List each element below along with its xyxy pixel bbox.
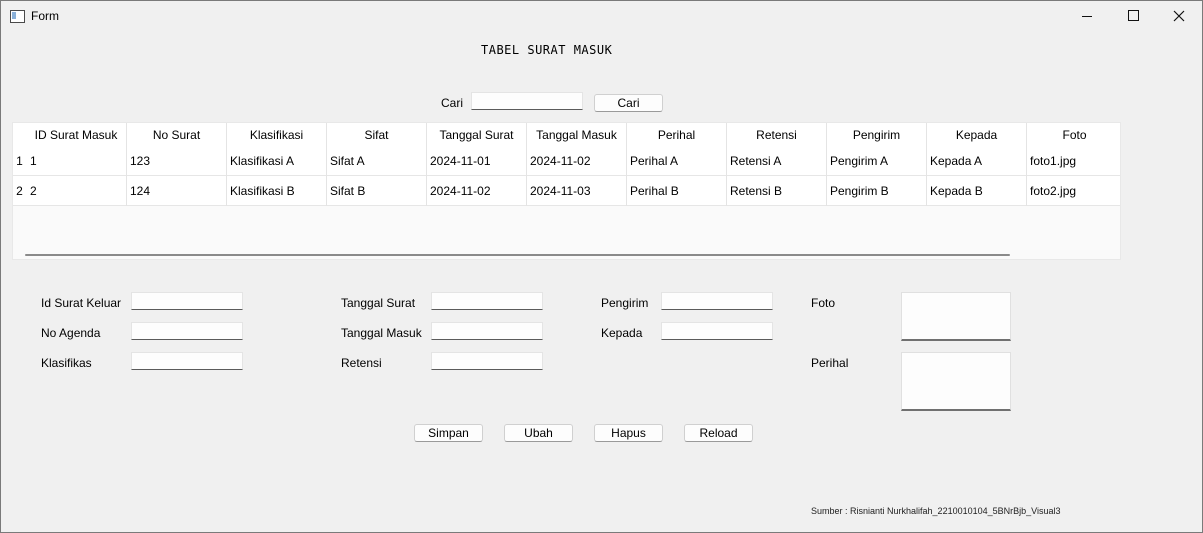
search-button[interactable]: Cari <box>594 94 663 112</box>
form-window: Form <box>0 0 1203 533</box>
table-cell[interactable]: Retensi B <box>727 176 827 206</box>
no-agenda-label: No Agenda <box>41 326 101 340</box>
table-cell[interactable]: 2024-11-03 <box>527 176 627 206</box>
search-input[interactable] <box>471 92 583 110</box>
kepada-label: Kepada <box>601 326 643 340</box>
kepada-field[interactable] <box>661 322 773 340</box>
search-label: Cari <box>441 96 464 110</box>
close-icon <box>1173 10 1185 22</box>
title-bar[interactable]: Form <box>1 1 1202 31</box>
table-cell[interactable]: 123 <box>127 146 227 176</box>
table-cell[interactable]: 2024-11-02 <box>527 146 627 176</box>
foto-label: Foto <box>811 296 836 310</box>
hapus-button[interactable]: Hapus <box>594 424 663 442</box>
horizontal-scrollbar[interactable] <box>25 254 1010 256</box>
table-cell[interactable]: Perihal B <box>627 176 727 206</box>
foto-textarea[interactable] <box>901 292 1011 341</box>
tanggal-masuk-field[interactable] <box>431 322 543 340</box>
tanggal-surat-field[interactable] <box>431 292 543 310</box>
column-header-tanggal-masuk[interactable]: Tanggal Masuk <box>527 123 627 147</box>
minimize-button[interactable] <box>1064 1 1110 31</box>
id-surat-keluar-field[interactable] <box>131 292 243 310</box>
perihal-label: Perihal <box>811 356 849 370</box>
klasifikasi-field[interactable] <box>131 352 243 370</box>
table-row[interactable]: 2 2 124 Klasifikasi B Sifat B 2024-11-02… <box>13 176 1120 206</box>
column-header-retensi[interactable]: Retensi <box>727 123 827 147</box>
table-cell[interactable]: foto1.jpg <box>1027 146 1120 176</box>
tanggal-masuk-label: Tanggal Masuk <box>341 326 422 340</box>
footer-source-text: Sumber : Risnianti Nurkhalifah_221001010… <box>811 506 1061 516</box>
column-header-no-surat[interactable]: No Surat <box>127 123 227 147</box>
no-agenda-field[interactable] <box>131 322 243 340</box>
column-header-perihal[interactable]: Perihal <box>627 123 727 147</box>
row-number: 2 <box>16 184 23 198</box>
pengirim-label: Pengirim <box>601 296 649 310</box>
column-header-klasifikasi[interactable]: Klasifikasi <box>227 123 327 147</box>
window-title: Form <box>31 9 59 23</box>
table-header: ID Surat Masuk No Surat Klasifikasi Sifa… <box>13 123 1120 147</box>
table-cell[interactable]: Kepada B <box>927 176 1027 206</box>
ubah-button[interactable]: Ubah <box>504 424 573 442</box>
reload-button[interactable]: Reload <box>684 424 753 442</box>
table-cell[interactable]: Perihal A <box>627 146 727 176</box>
table-cell[interactable]: 2024-11-01 <box>427 146 527 176</box>
column-header-kepada[interactable]: Kepada <box>927 123 1027 147</box>
table-cell[interactable]: 124 <box>127 176 227 206</box>
table-cell[interactable]: Kepada A <box>927 146 1027 176</box>
retensi-field[interactable] <box>431 352 543 370</box>
table-cell[interactable]: Sifat B <box>327 176 427 206</box>
simpan-button[interactable]: Simpan <box>414 424 483 442</box>
column-header-sifat[interactable]: Sifat <box>327 123 427 147</box>
klasifikasi-label: Klasifikas <box>41 356 92 370</box>
page-heading: TABEL SURAT MASUK <box>481 43 613 57</box>
app-icon <box>10 10 25 23</box>
table-cell[interactable]: Klasifikasi A <box>227 146 327 176</box>
pengirim-field[interactable] <box>661 292 773 310</box>
column-header-id[interactable]: ID Surat Masuk <box>26 123 127 147</box>
perihal-textarea[interactable] <box>901 352 1011 411</box>
table-cell[interactable]: Sifat A <box>327 146 427 176</box>
column-header-tanggal-surat[interactable]: Tanggal Surat <box>427 123 527 147</box>
column-header-pengirim[interactable]: Pengirim <box>827 123 927 147</box>
table-cell[interactable]: 2 <box>27 176 127 206</box>
close-button[interactable] <box>1156 1 1202 31</box>
id-surat-keluar-label: Id Surat Keluar <box>41 296 122 310</box>
table-cell[interactable]: Retensi A <box>727 146 827 176</box>
surat-masuk-table[interactable]: ID Surat Masuk No Surat Klasifikasi Sifa… <box>12 122 1121 260</box>
table-row[interactable]: 1 1 123 Klasifikasi A Sifat A 2024-11-01… <box>13 146 1120 176</box>
column-header-foto[interactable]: Foto <box>1027 123 1120 147</box>
row-number: 1 <box>16 154 23 168</box>
retensi-label: Retensi <box>341 356 382 370</box>
table-cell[interactable]: 1 <box>27 146 127 176</box>
table-cell[interactable]: Pengirim B <box>827 176 927 206</box>
maximize-button[interactable] <box>1110 1 1156 31</box>
table-cell[interactable]: 2024-11-02 <box>427 176 527 206</box>
tanggal-surat-label: Tanggal Surat <box>341 296 416 310</box>
table-cell[interactable]: Pengirim A <box>827 146 927 176</box>
table-cell[interactable]: foto2.jpg <box>1027 176 1120 206</box>
table-cell[interactable]: Klasifikasi B <box>227 176 327 206</box>
